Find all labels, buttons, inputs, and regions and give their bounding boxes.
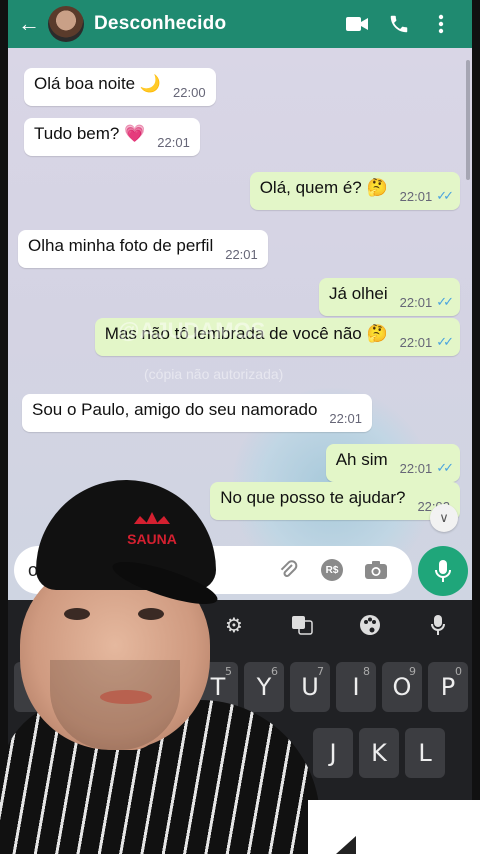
right-eye bbox=[138, 608, 164, 620]
mouth bbox=[100, 690, 152, 704]
message-text: Olha minha foto de perfil bbox=[28, 236, 214, 255]
message-bubble-incoming[interactable]: Sou o Paulo, amigo do seu namorado 22:01 bbox=[22, 394, 372, 432]
microphone-button[interactable] bbox=[418, 546, 468, 596]
chat-header: ← Desconhecido bbox=[8, 0, 472, 48]
key-o[interactable]: 9O bbox=[382, 662, 422, 712]
scrollbar[interactable] bbox=[466, 60, 470, 180]
message-bubble-incoming[interactable]: Olha minha foto de perfil 22:01 bbox=[18, 230, 268, 268]
message-bubble-outgoing[interactable]: Ah sim 22:01 ✓✓ bbox=[325, 444, 460, 482]
payment-label: R$ bbox=[321, 559, 343, 581]
watermark-text: @AJUDAMOS bbox=[118, 318, 266, 343]
back-arrow-icon[interactable]: ← bbox=[18, 11, 44, 37]
phone-icon[interactable] bbox=[378, 0, 420, 48]
message-text: Já olhei bbox=[329, 284, 388, 303]
cap-logo: SAUNA bbox=[122, 510, 182, 547]
message-time: 22:01 bbox=[399, 334, 433, 350]
message-time: 22:00 bbox=[173, 85, 206, 100]
camera-icon[interactable] bbox=[354, 548, 398, 592]
key-i[interactable]: 8I bbox=[336, 662, 376, 712]
corner-overlay bbox=[308, 800, 480, 854]
message-text: Sou o Paulo, amigo do seu namorado bbox=[32, 400, 318, 419]
more-vert-icon[interactable] bbox=[420, 0, 462, 48]
message-bubble-incoming[interactable]: Olá boa noite 🌙 22:00 bbox=[24, 68, 216, 106]
left-eye bbox=[64, 608, 90, 620]
key-l[interactable]: L bbox=[405, 728, 445, 778]
message-text: Tudo bem? 💗 bbox=[34, 124, 146, 143]
video-call-icon[interactable] bbox=[336, 0, 378, 48]
key-k[interactable]: K bbox=[359, 728, 399, 778]
message-text: Olá boa noite 🌙 bbox=[34, 74, 162, 93]
contact-avatar[interactable] bbox=[48, 6, 84, 42]
read-ticks-icon: ✓✓ bbox=[436, 294, 454, 309]
message-time: 22:01 bbox=[329, 411, 362, 426]
message-time: 22:01 bbox=[157, 135, 190, 150]
message-bubble-incoming[interactable]: Tudo bem? 💗 22:01 bbox=[24, 118, 200, 156]
read-ticks-icon: ✓✓ bbox=[436, 334, 454, 349]
message-time: 22:01 bbox=[399, 460, 433, 476]
read-ticks-icon: ✓✓ bbox=[436, 188, 454, 203]
message-text: Ah sim bbox=[335, 450, 388, 469]
message-time: 22:01 bbox=[399, 188, 433, 204]
contact-name[interactable]: Desconhecido bbox=[94, 13, 336, 35]
palette-icon[interactable] bbox=[336, 600, 404, 650]
message-time: 22:01 bbox=[225, 247, 258, 262]
message-time: 22:01 bbox=[399, 294, 433, 310]
scroll-to-bottom-button[interactable]: ∨ bbox=[430, 504, 458, 532]
watermark-subtext: (cópia não autorizada) bbox=[144, 366, 284, 382]
microphone-icon bbox=[435, 560, 451, 582]
message-bubble-outgoing[interactable]: Olá, quem é? 🤔 22:01 ✓✓ bbox=[249, 172, 460, 210]
person-overlay: SAUNA bbox=[0, 470, 320, 854]
mic-icon[interactable] bbox=[404, 600, 472, 650]
message-bubble-outgoing[interactable]: Já olhei 22:01 ✓✓ bbox=[319, 278, 460, 316]
key-p[interactable]: 0P bbox=[428, 662, 468, 712]
read-ticks-icon: ✓✓ bbox=[436, 460, 454, 475]
message-text: Olá, quem é? 🤔 bbox=[259, 178, 388, 197]
